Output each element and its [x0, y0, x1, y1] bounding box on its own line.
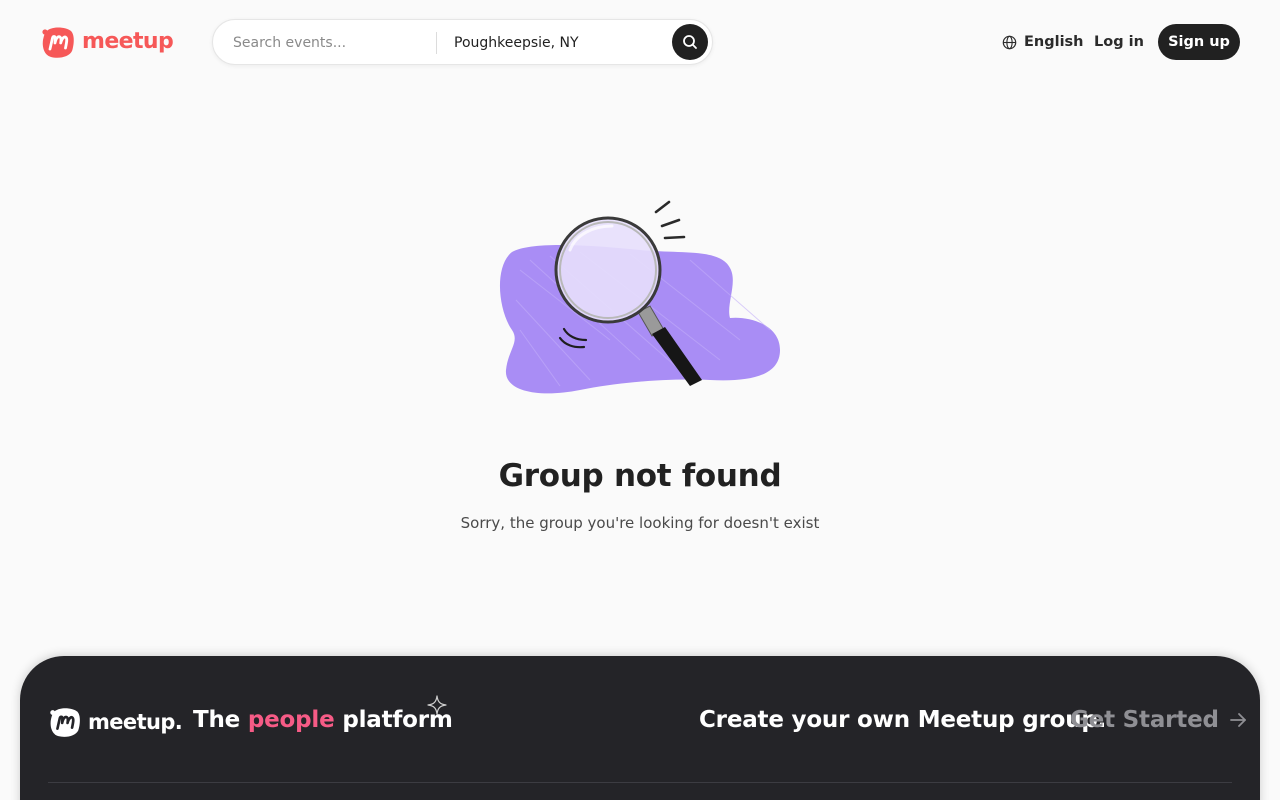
footer-logo[interactable]: meetup . — [48, 704, 183, 740]
location-input[interactable] — [454, 31, 664, 55]
language-label: English — [1024, 34, 1084, 50]
footer-logo-dot: . — [174, 710, 183, 734]
footer-tagline: The people platform — [193, 707, 453, 733]
magnifying-glass-illustration — [499, 200, 780, 394]
signup-button[interactable]: Sign up — [1158, 24, 1240, 60]
footer-divider — [48, 782, 1232, 783]
get-started-label: Get Started — [1070, 707, 1219, 733]
site-footer: meetup . The people platform Create your… — [20, 656, 1260, 800]
meetup-logo[interactable]: meetup — [40, 24, 174, 60]
search-button[interactable] — [672, 24, 708, 60]
tagline-before: The — [193, 707, 241, 733]
tagline-highlight: people — [247, 707, 335, 733]
arrow-right-icon — [1229, 713, 1246, 727]
search-icon — [683, 35, 697, 49]
meetup-logo-icon — [42, 27, 74, 58]
search-divider — [436, 32, 437, 54]
create-group-text: Create your own Meetup group. — [699, 707, 1107, 733]
page-title: Group not found — [498, 458, 782, 494]
search-bar — [212, 19, 713, 65]
language-selector[interactable]: English — [1002, 30, 1084, 54]
site-header: meetup English Log in Sign up — [0, 0, 1280, 84]
sparkle-icon — [427, 695, 447, 715]
search-input[interactable] — [233, 31, 429, 55]
login-link[interactable]: Log in — [1094, 30, 1144, 54]
globe-icon — [1002, 35, 1017, 49]
logo-wordmark: meetup — [82, 29, 174, 54]
meetup-logo-icon — [50, 708, 80, 737]
footer-logo-wordmark: meetup — [88, 710, 175, 734]
page-subtitle: Sorry, the group you're looking for does… — [460, 514, 820, 532]
get-started-link[interactable]: Get Started — [1070, 707, 1247, 733]
